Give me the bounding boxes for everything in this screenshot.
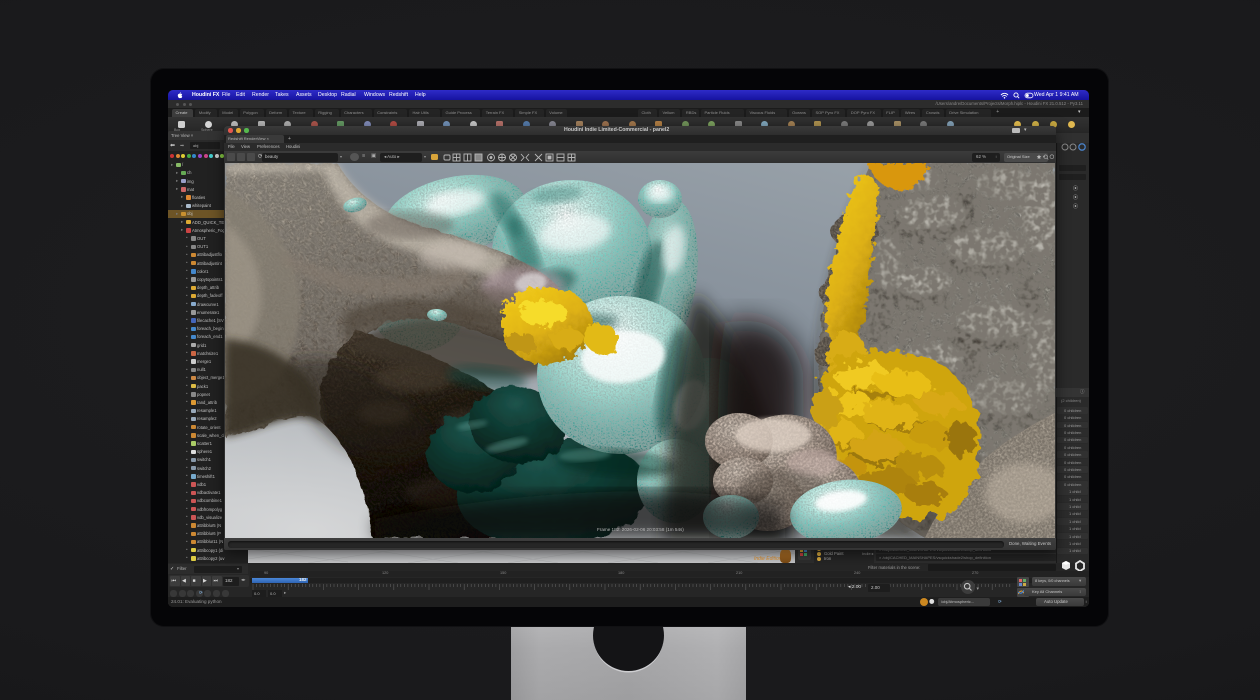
svg-text:Frame 182: 2026-02-06 20:03:5: Frame 182: 2026-02-06 20:03:58 (1m 54s) bbox=[597, 527, 684, 532]
svg-text:▾: ▾ bbox=[977, 586, 980, 592]
